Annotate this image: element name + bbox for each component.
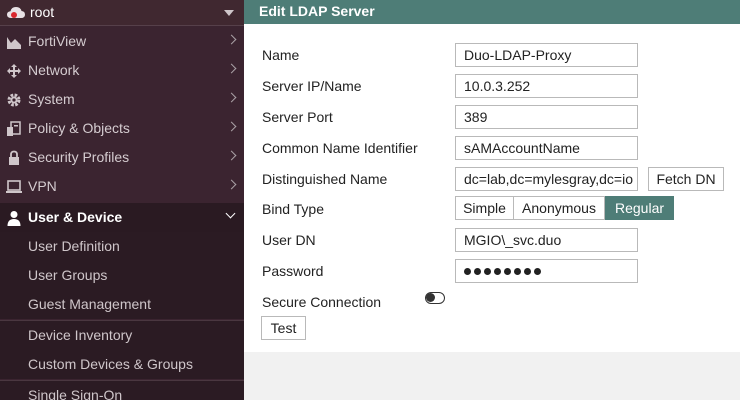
footer-area [244, 352, 740, 400]
sidebar-item-network[interactable]: Network [0, 56, 244, 85]
server-ip-label: Server IP/Name [262, 78, 362, 94]
sidebar-subitem-guest-management[interactable]: Guest Management [0, 290, 244, 319]
password-dot [524, 267, 531, 275]
password-input[interactable] [455, 259, 638, 283]
sidebar-item-label: VPN [28, 178, 57, 194]
sidebar-item-label: FortiView [28, 33, 87, 49]
password-dot [484, 267, 491, 275]
toggle-knob [426, 293, 435, 302]
sidebar-item-label: User & Device [28, 209, 123, 225]
sidebar: root FortiView Network System Policy & O… [0, 0, 244, 400]
password-label: Password [262, 263, 324, 279]
lock-icon [9, 150, 19, 165]
gear-icon [7, 93, 21, 107]
sidebar-item-label: Policy & Objects [28, 120, 130, 136]
chevron-right-icon [226, 92, 237, 103]
bind-type-simple[interactable]: Simple [455, 196, 514, 220]
sidebar-subitem-single-sign-on[interactable]: Single Sign-On [0, 381, 244, 400]
sidebar-subitem-label: User Groups [28, 267, 108, 283]
bind-type-anonymous[interactable]: Anonymous [513, 196, 605, 220]
password-dot [514, 267, 521, 275]
server-ip-input[interactable]: 10.0.3.252 [455, 74, 638, 98]
sidebar-item-system[interactable]: System [0, 85, 244, 114]
sidebar-subitem-device-inventory[interactable]: Device Inventory [0, 321, 244, 350]
sidebar-subitem-label: Device Inventory [28, 327, 133, 343]
password-dot [534, 267, 541, 275]
name-label: Name [262, 47, 300, 63]
sidebar-subitem-label: User Definition [28, 238, 120, 254]
server-port-label: Server Port [262, 109, 333, 125]
monitor-icon [6, 180, 22, 193]
sidebar-subitem-label: Single Sign-On [28, 387, 123, 400]
password-dot [474, 267, 481, 275]
sidebar-item-security-profiles[interactable]: Security Profiles [0, 143, 244, 172]
sidebar-item-label: Security Profiles [28, 149, 130, 165]
distinguished-name-label: Distinguished Name [262, 171, 388, 187]
sidebar-subitem-label: Guest Management [28, 296, 151, 312]
server-port-input[interactable]: 389 [455, 105, 638, 129]
common-name-label: Common Name Identifier [262, 140, 418, 156]
sidebar-subitem-custom-devices-groups[interactable]: Custom Devices & Groups [0, 350, 244, 379]
chevron-right-icon [226, 34, 237, 45]
sidebar-item-label: System [28, 91, 75, 107]
ldap-server-form: Name Duo-LDAP-Proxy Server IP/Name 10.0.… [244, 24, 740, 352]
name-input[interactable]: Duo-LDAP-Proxy [455, 43, 638, 67]
sidebar-subitem-user-groups[interactable]: User Groups [0, 261, 244, 290]
policy-icon [7, 121, 21, 136]
sidebar-item-vpn[interactable]: VPN [0, 172, 244, 201]
chevron-right-icon [226, 150, 237, 161]
test-button[interactable]: Test [261, 316, 306, 340]
panel-header: Edit LDAP Server [244, 0, 740, 24]
distinguished-name-input[interactable]: dc=lab,dc=mylesgray,dc=io [455, 167, 638, 191]
fetch-dn-button[interactable]: Fetch DN [648, 167, 724, 191]
user-icon [7, 211, 21, 226]
password-dot [464, 267, 471, 275]
user-dn-label: User DN [262, 232, 316, 248]
sidebar-subitem-label: Custom Devices & Groups [28, 356, 193, 372]
chevron-right-icon [226, 63, 237, 74]
cloud-icon [7, 7, 25, 18]
sidebar-item-label: Network [28, 62, 80, 78]
common-name-input[interactable]: sAMAccountName [455, 136, 638, 160]
vdom-selector[interactable]: root [0, 0, 244, 26]
user-dn-input[interactable]: MGIO\_svc.duo [455, 228, 638, 252]
page-title: Edit LDAP Server [259, 3, 375, 19]
secure-connection-label: Secure Connection [262, 294, 382, 310]
password-dot [494, 267, 501, 275]
sidebar-subitem-user-definition[interactable]: User Definition [0, 232, 244, 261]
password-mask [464, 262, 544, 278]
chevron-down-icon [225, 208, 236, 219]
sidebar-item-user-device[interactable]: User & Device [0, 203, 244, 232]
bind-type-label: Bind Type [262, 201, 325, 217]
vdom-label: root [30, 4, 55, 20]
chart-icon [7, 37, 21, 49]
sidebar-item-policy-objects[interactable]: Policy & Objects [0, 114, 244, 143]
password-dot [504, 267, 511, 275]
sidebar-item-fortiview[interactable]: FortiView [0, 27, 244, 56]
network-icon [7, 64, 21, 78]
secure-connection-toggle[interactable] [425, 292, 445, 304]
chevron-right-icon [226, 179, 237, 190]
chevron-right-icon [226, 121, 237, 132]
caret-down-icon [224, 10, 234, 16]
bind-type-regular[interactable]: Regular [605, 196, 674, 220]
